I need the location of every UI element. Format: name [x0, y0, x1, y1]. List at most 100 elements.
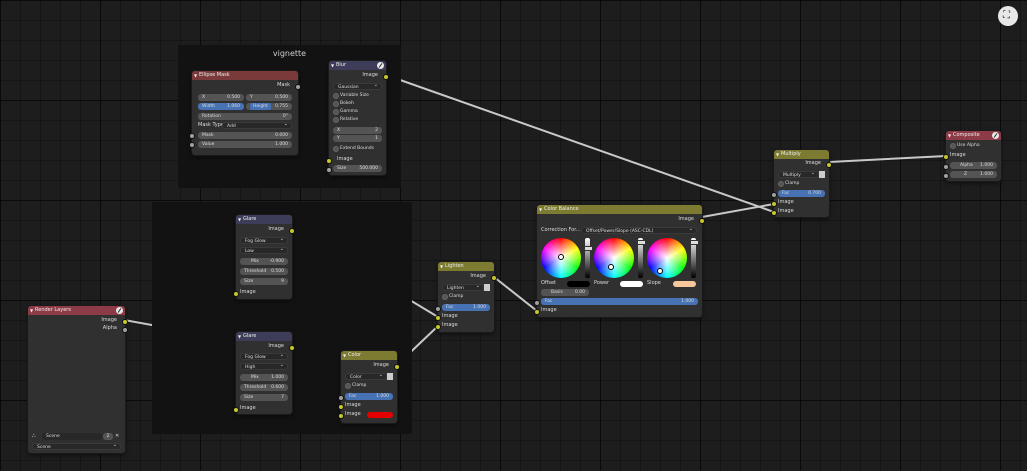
collapse-arrow-icon[interactable]: ▼ [343, 351, 346, 360]
clamp-checkbox[interactable]: Clamp [344, 382, 366, 389]
node-preview-icon[interactable] [992, 132, 999, 139]
view-layer-dropdown[interactable]: Scene [32, 443, 121, 450]
mix-field[interactable]: Mix 1.000 [240, 374, 288, 381]
input-alpha-socket[interactable] [943, 164, 949, 170]
value-field[interactable]: Value 1.000 [198, 141, 292, 148]
collapse-arrow-icon[interactable]: ▼ [238, 332, 241, 341]
node-header[interactable]: ▼ Multiply [774, 150, 829, 159]
collapse-arrow-icon[interactable]: ▼ [238, 215, 241, 224]
height-field[interactable]: Height 0.755 [246, 103, 292, 110]
offset-value-slider[interactable] [584, 238, 593, 278]
collapse-arrow-icon[interactable]: ▼ [30, 306, 33, 315]
y-field[interactable]: Y1 [333, 135, 382, 142]
collapse-arrow-icon[interactable]: ▼ [776, 150, 779, 159]
color-balance-node[interactable]: ▼ Color Balance Image Correction For... O… [534, 205, 705, 317]
blend-type-dropdown[interactable]: Lighten [442, 284, 484, 291]
input-image1-socket[interactable] [338, 404, 344, 410]
mix-field[interactable]: Mix -0.900 [240, 258, 288, 265]
output-image-socket[interactable] [289, 228, 295, 234]
input-image1-socket[interactable] [771, 201, 777, 207]
size-field[interactable]: Size 500.000 [333, 165, 382, 172]
bokeh-checkbox[interactable]: Bokeh [332, 100, 354, 107]
node-header[interactable]: ▼ Ellipse Mask [192, 71, 298, 80]
input-image2-socket[interactable] [338, 413, 344, 419]
scene-name-field[interactable]: Scene [42, 433, 102, 440]
glare-node-1[interactable]: ▼Glare Image Fog Glow Low Mix-0.900 Thre… [233, 215, 295, 299]
node-header[interactable]: ▼ Blur [329, 61, 386, 70]
node-header[interactable]: ▼ Render Layers [28, 306, 125, 315]
fullscreen-toggle-button[interactable]: ⛶ [998, 6, 1018, 26]
collapse-arrow-icon[interactable]: ▼ [331, 61, 334, 70]
input-image2-socket[interactable] [771, 210, 777, 216]
scene-icon[interactable]: ⛬ [32, 433, 36, 440]
node-preview-icon[interactable] [377, 62, 384, 69]
output-mask-socket[interactable] [295, 84, 301, 90]
z-field[interactable]: Z 1.000 [950, 171, 997, 178]
input-fac-socket[interactable] [771, 192, 777, 198]
input-value-socket[interactable] [189, 142, 195, 148]
threshold-field[interactable]: Threshold 0.600 [240, 384, 288, 391]
variable-size-checkbox[interactable]: Variable Size [332, 92, 369, 99]
filter-type-dropdown[interactable]: Gaussian [333, 83, 382, 90]
node-header[interactable]: ▼ Lighten [438, 262, 494, 271]
slope-color-wheel[interactable] [647, 238, 687, 278]
input-image2-socket[interactable] [435, 324, 441, 330]
collapse-arrow-icon[interactable]: ▼ [539, 205, 542, 214]
ellipse-mask-node[interactable]: ▼ Ellipse Mask Mask X 0.500 Y 0.500 Width 1.… [189, 71, 301, 155]
scene-unlink-icon[interactable]: ✕ [115, 433, 119, 440]
color-mix-node[interactable]: ▼Color Image Color Clamp Fac1.000 Image … [338, 351, 400, 423]
x-field[interactable]: X 0.500 [198, 94, 244, 101]
collapse-arrow-icon[interactable]: ▼ [194, 71, 197, 80]
glare-type-dropdown[interactable]: Fog Glow [240, 237, 288, 244]
clamp-checkbox[interactable]: Clamp [441, 293, 463, 300]
composite-node[interactable]: ▼ Composite Use Alpha Image Alpha 1.000 Z1… [943, 131, 1001, 181]
extend-bounds-checkbox[interactable]: Extend Bounds [332, 145, 374, 152]
quality-dropdown[interactable]: High [240, 363, 288, 370]
basis-field[interactable]: Basis 0.00 [541, 289, 589, 296]
fac-field[interactable]: Fac 1.000 [345, 393, 393, 400]
input-size-socket[interactable] [326, 167, 332, 173]
mask-field[interactable]: Mask 0.000 [198, 132, 292, 139]
output-image-socket[interactable] [122, 319, 128, 325]
slider-knob[interactable] [690, 240, 699, 245]
threshold-field[interactable]: Threshold 0.500 [240, 268, 288, 275]
output-alpha-socket[interactable] [122, 327, 128, 333]
blur-node[interactable]: ▼Blur Image Gaussian Variable Size Bokeh… [326, 61, 389, 175]
collapse-arrow-icon[interactable]: ▼ [948, 131, 951, 140]
slope-value-slider[interactable] [690, 238, 699, 278]
quality-dropdown[interactable]: Low [240, 247, 288, 254]
alpha-field[interactable]: Alpha 1.000 [950, 162, 997, 169]
input-image-socket[interactable] [534, 309, 540, 315]
power-value-slider[interactable] [637, 238, 646, 278]
input-image-socket[interactable] [326, 158, 332, 164]
input-mask-socket[interactable] [189, 133, 195, 139]
output-image-socket[interactable] [394, 364, 400, 370]
blend-type-dropdown[interactable]: Color [345, 373, 387, 380]
x-field[interactable]: X2 [333, 127, 382, 134]
output-image-socket[interactable] [699, 218, 705, 224]
node-header[interactable]: ▼ Composite [946, 131, 1001, 140]
rotation-field[interactable]: Rotation 0° [198, 113, 292, 120]
use-alpha-icon[interactable] [484, 284, 490, 291]
use-alpha-icon[interactable] [819, 171, 825, 178]
lighten-node[interactable]: ▼Lighten Image Lighten Clamp Fac1.000 Im… [435, 262, 497, 332]
power-color-swatch[interactable] [620, 281, 643, 287]
y-field[interactable]: Y 0.500 [246, 94, 292, 101]
input-image-socket[interactable] [233, 291, 239, 297]
slider-knob[interactable] [584, 246, 593, 251]
node-header[interactable]: ▼ Glare [236, 215, 292, 224]
mask-type-dropdown[interactable]: Add [222, 122, 292, 129]
output-image-socket[interactable] [383, 74, 389, 80]
use-alpha-checkbox[interactable]: Use Alpha [949, 142, 980, 149]
node-header[interactable]: ▼ Color Balance [537, 205, 702, 214]
gamma-checkbox[interactable]: Gamma [332, 108, 358, 115]
output-image-socket[interactable] [491, 275, 497, 281]
input-image-socket[interactable] [233, 407, 239, 413]
render-layers-node[interactable]: ▼ Render Layers Image Alpha ⛬ Scene 2 ✕ S… [28, 306, 128, 453]
fac-field[interactable]: Fac 1.000 [541, 298, 698, 305]
power-color-wheel[interactable] [594, 238, 634, 278]
wheel-cursor[interactable] [657, 268, 663, 274]
slider-knob[interactable] [637, 240, 646, 245]
input-fac-socket[interactable] [534, 300, 540, 306]
wheel-cursor[interactable] [608, 264, 614, 270]
